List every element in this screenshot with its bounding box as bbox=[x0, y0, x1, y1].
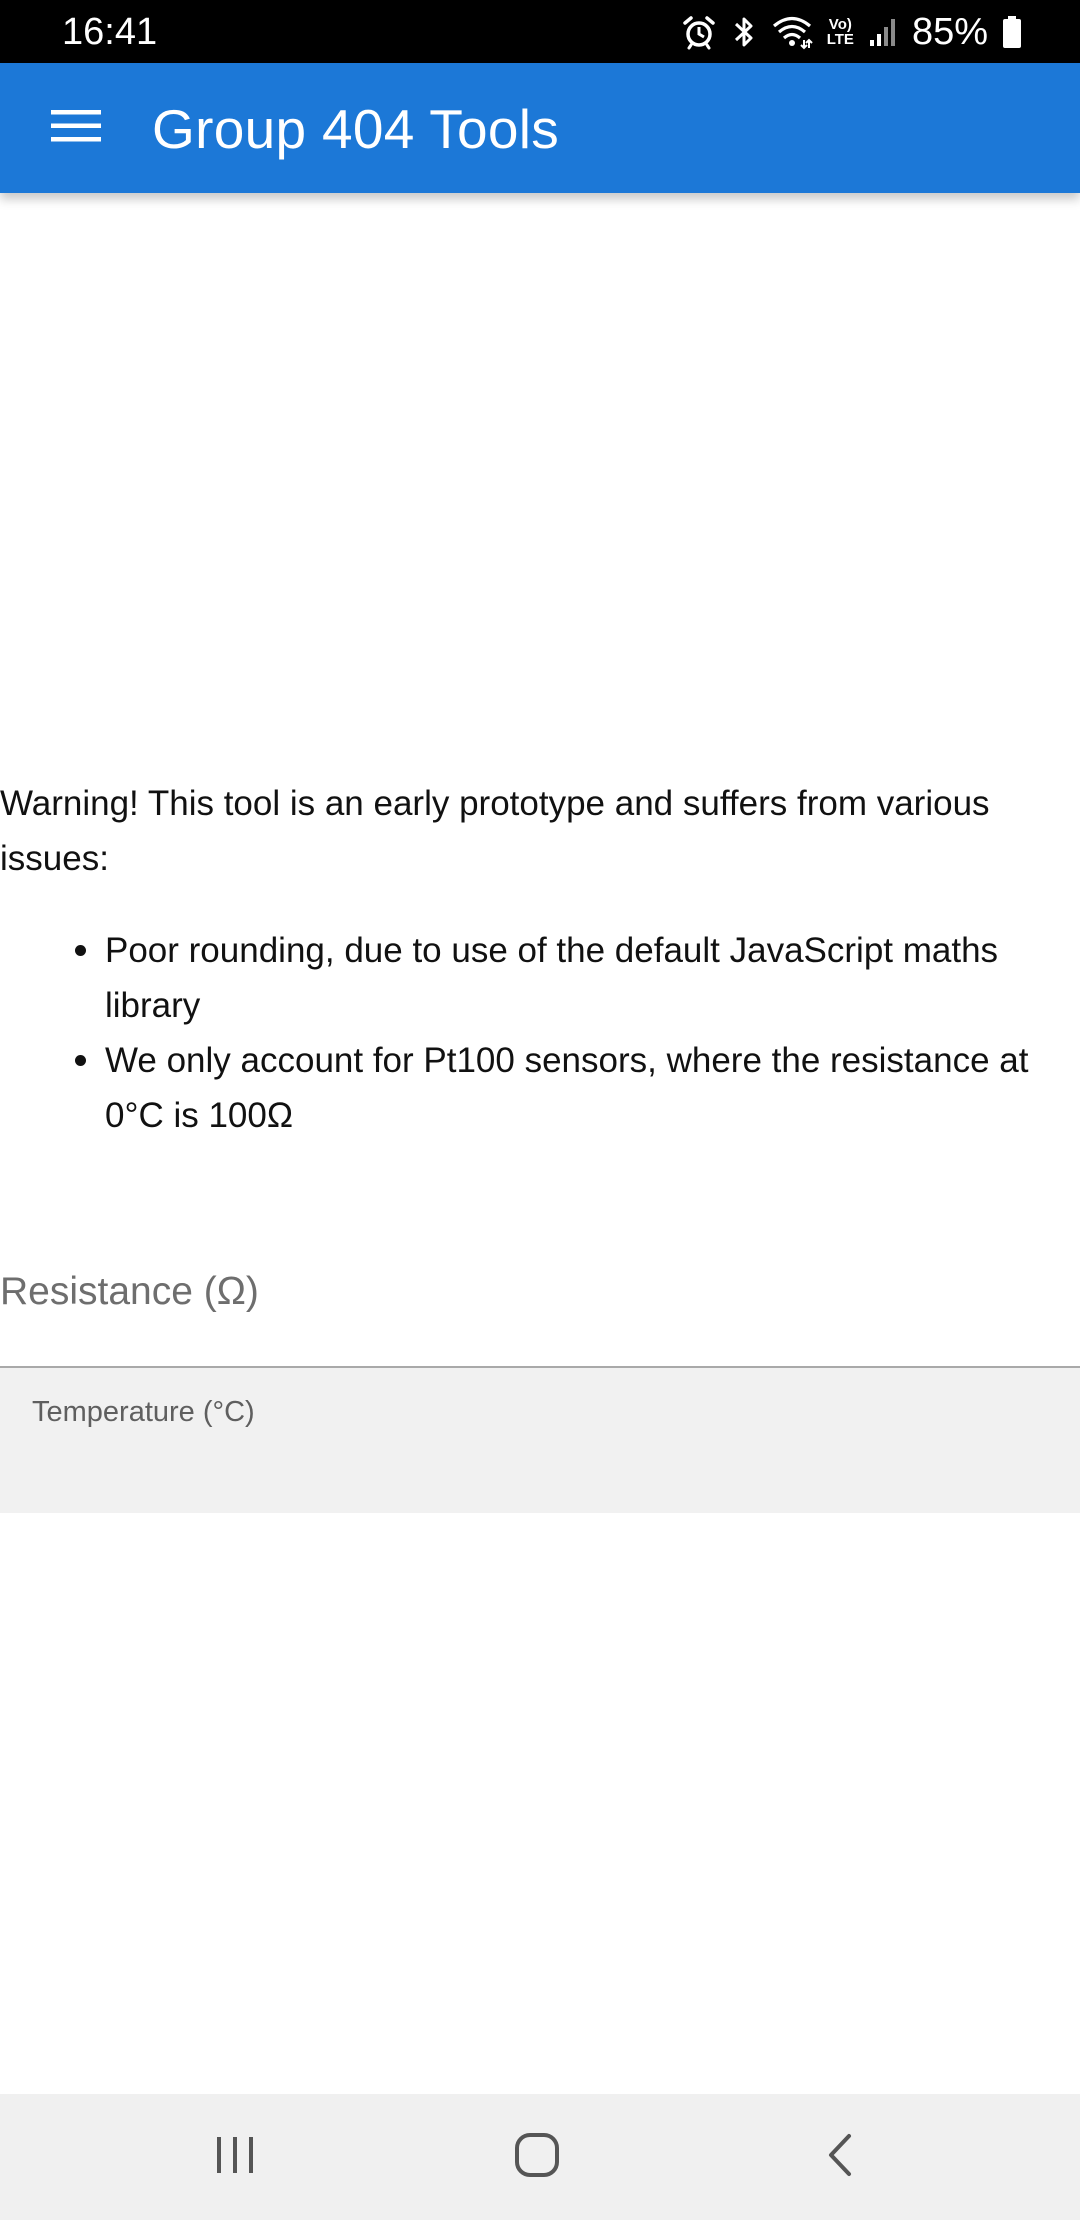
status-time: 16:41 bbox=[62, 11, 158, 53]
back-button[interactable] bbox=[785, 2119, 895, 2195]
home-button[interactable] bbox=[482, 2119, 592, 2195]
app-bar: Group 404 Tools bbox=[0, 63, 1080, 193]
wifi-icon bbox=[771, 14, 813, 50]
warning-text: Warning! This tool is an early prototype… bbox=[0, 784, 990, 878]
warning-block: Warning! This tool is an early prototype… bbox=[0, 776, 1080, 1143]
home-icon bbox=[514, 2132, 560, 2183]
menu-button[interactable] bbox=[36, 98, 116, 158]
status-bar: 16:41 Vo) LTE 85% bbox=[0, 0, 1080, 63]
recent-apps-button[interactable] bbox=[180, 2119, 290, 2195]
temperature-label: Temperature (°C) bbox=[32, 1396, 255, 1428]
signal-icon bbox=[868, 14, 898, 50]
battery-percent: 85% bbox=[911, 11, 988, 53]
resistance-field[interactable]: Resistance (Ω) bbox=[0, 1250, 1080, 1368]
volte-line1: Vo) bbox=[828, 16, 852, 33]
recent-apps-icon bbox=[212, 2134, 258, 2181]
back-icon bbox=[825, 2132, 855, 2183]
resistance-label: Resistance (Ω) bbox=[0, 1270, 259, 1313]
app-title: Group 404 Tools bbox=[152, 98, 560, 160]
issue-list: Poor rounding, due to use of the default… bbox=[0, 923, 1080, 1143]
status-icons: Vo) LTE 85% bbox=[681, 10, 1022, 54]
issue-item: We only account for Pt100 sensors, where… bbox=[75, 1033, 1080, 1143]
nav-bar bbox=[0, 2094, 1080, 2220]
menu-icon bbox=[51, 108, 101, 149]
bluetooth-icon bbox=[731, 14, 757, 50]
alarm-icon bbox=[681, 14, 717, 50]
volte-line2: LTE bbox=[826, 31, 854, 48]
battery-icon bbox=[1002, 14, 1022, 50]
issue-item: Poor rounding, due to use of the default… bbox=[75, 923, 1080, 1033]
volte-icon: Vo) LTE bbox=[827, 17, 854, 47]
temperature-field[interactable]: Temperature (°C) bbox=[0, 1368, 1080, 1513]
